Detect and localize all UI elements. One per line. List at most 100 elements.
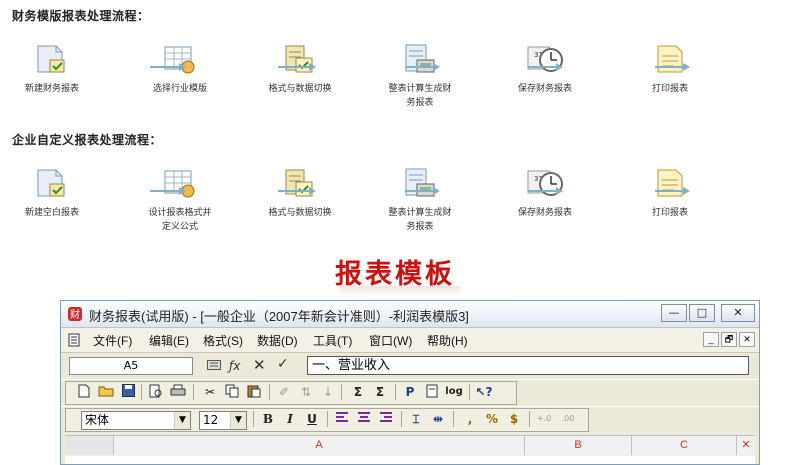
close-button[interactable]: ✕ — [721, 304, 755, 322]
menu-data[interactable]: 数据(D) — [257, 332, 298, 349]
menu-edit[interactable]: 编辑(E) — [149, 332, 189, 349]
menu-help[interactable]: 帮助(H) — [427, 332, 468, 349]
flow1-step-1: 新建财务报表 — [0, 42, 107, 96]
formula-bar: A5 ƒx ✕ ✓ 一、营业收入 — [61, 353, 759, 379]
mdi-restore-button[interactable]: 🗗 — [721, 332, 737, 347]
flow1-step-label: 新建财务报表 — [24, 84, 79, 94]
arrow-right-icon — [655, 180, 690, 199]
menu-window[interactable]: 窗口(W) — [369, 332, 412, 349]
toolbar-separator — [193, 384, 194, 400]
flow1-step-label: 打印报表 — [651, 84, 688, 94]
column-header-c[interactable]: C — [632, 436, 737, 455]
font-name-select[interactable]: 宋体 ▼ — [81, 411, 191, 430]
toolbar-separator — [395, 384, 396, 400]
toolbar-separator — [453, 411, 454, 427]
toolbar-separator — [253, 411, 254, 427]
flow2-step-2: 设计报表格式并定义公式 — [125, 166, 235, 234]
column-header-row: A B C ✕ — [65, 435, 755, 456]
flow2-step-1: 新建空白报表 — [0, 166, 107, 220]
select-all-corner[interactable] — [65, 436, 114, 455]
p-icon[interactable]: P — [401, 384, 419, 400]
save-icon[interactable] — [119, 384, 137, 400]
align-right-icon[interactable] — [377, 411, 395, 427]
heading-reflection — [340, 286, 460, 296]
flow2-step-4: 整表计算生成财务报表 — [365, 166, 475, 234]
underline-icon[interactable]: U — [303, 411, 321, 427]
menu-file[interactable]: 文件(F) — [93, 332, 132, 349]
confirm-formula-icon[interactable]: ✓ — [277, 356, 289, 372]
standard-toolbar: ✂ ✐ ⇅ ↓ Σ Σ P log ↖? — [61, 379, 759, 406]
format-painter-icon[interactable]: ✐ — [275, 384, 293, 400]
grid-close-button[interactable]: ✕ — [737, 436, 755, 455]
font-name-value: 宋体 — [85, 413, 110, 427]
chevron-down-icon[interactable]: ▼ — [174, 412, 190, 429]
formula-input[interactable]: 一、营业收入 — [307, 356, 749, 375]
align-center-icon[interactable] — [355, 411, 373, 427]
page-setup-icon[interactable] — [423, 384, 441, 400]
document-icon — [68, 333, 80, 350]
maximize-button[interactable]: □ — [689, 304, 715, 322]
flow2-title: 企业自定义报表处理流程： — [12, 133, 163, 147]
app-window: 财 财务报表(试用版) - [一般企业（2007年新会计准则）-利润表模版3] … — [60, 300, 760, 465]
percent-icon[interactable]: % — [483, 411, 501, 427]
column-header-b[interactable]: B — [525, 436, 632, 455]
flow1-step-label: 格式与数据切换 — [268, 84, 332, 94]
arrow-right-icon — [405, 180, 440, 199]
help-pointer-icon[interactable]: ↖? — [475, 384, 493, 400]
toolbar-separator — [529, 411, 530, 427]
arrow-right-icon — [528, 180, 563, 199]
toolbar-separator — [269, 384, 270, 400]
print-preview-icon[interactable] — [147, 384, 165, 400]
flow1-title: 财务模版报表处理流程： — [12, 9, 150, 23]
sort-descending-icon[interactable]: ↓ — [319, 384, 337, 400]
decrease-decimal-icon[interactable]: .00 — [559, 411, 577, 427]
new-blank-report-icon — [0, 166, 107, 200]
sum-icon[interactable]: Σ — [349, 384, 367, 400]
mdi-minimize-button[interactable]: _ — [703, 332, 719, 347]
menu-format[interactable]: 格式(S) — [203, 332, 243, 349]
flow2-step-label: 保存财务报表 — [517, 208, 572, 218]
log-icon[interactable]: log — [445, 384, 463, 400]
print-icon[interactable] — [169, 384, 187, 400]
new-file-icon[interactable] — [75, 384, 93, 400]
arrow-right-icon — [278, 180, 316, 199]
sort-ascending-icon[interactable]: ⇅ — [297, 384, 315, 400]
cancel-formula-icon[interactable]: ✕ — [253, 356, 266, 374]
horizontal-fit-icon[interactable]: ⇹ — [429, 411, 447, 427]
toolbar-separator — [341, 384, 342, 400]
keyboard-icon[interactable] — [207, 359, 221, 373]
copy-icon[interactable] — [223, 384, 241, 400]
flow2-step-label: 整表计算生成财务报表 — [388, 208, 452, 232]
spreadsheet-grid[interactable] — [65, 456, 755, 464]
comma-style-icon[interactable]: , — [461, 411, 479, 427]
bold-icon[interactable]: B — [259, 411, 277, 427]
minimize-button[interactable]: — — [661, 304, 687, 322]
vertical-fit-icon[interactable]: ⌶ — [407, 411, 425, 427]
arrow-right-icon — [150, 180, 186, 199]
open-folder-icon[interactable] — [97, 384, 115, 400]
cut-icon[interactable]: ✂ — [201, 384, 219, 400]
paste-icon[interactable] — [245, 384, 263, 400]
chevron-down-icon[interactable]: ▼ — [230, 412, 246, 429]
menu-tools[interactable]: 工具(T) — [313, 332, 352, 349]
auto-sum-icon[interactable]: Σ — [371, 384, 389, 400]
arrow-right-icon — [655, 56, 690, 75]
flow2-step-label: 设计报表格式并定义公式 — [148, 208, 212, 232]
column-header-a[interactable]: A — [114, 436, 525, 455]
font-size-select[interactable]: 12 ▼ — [199, 411, 247, 430]
currency-icon[interactable]: $ — [505, 411, 523, 427]
flow2-step-label: 打印报表 — [651, 208, 688, 218]
align-left-icon[interactable] — [333, 411, 351, 427]
new-report-icon — [0, 42, 107, 76]
increase-decimal-icon[interactable]: +.0 — [535, 411, 553, 427]
svg-text:财: 财 — [70, 308, 80, 321]
function-icon[interactable]: ƒx — [229, 359, 240, 373]
italic-icon[interactable]: I — [281, 411, 299, 427]
window-title: 财务报表(试用版) - [一般企业（2007年新会计准则）-利润表模版3] — [89, 309, 469, 324]
font-size-value: 12 — [203, 413, 219, 427]
menu-bar: 文件(F) 编辑(E) 格式(S) 数据(D) 工具(T) 窗口(W) 帮助(H… — [61, 328, 759, 353]
flow1-step-label: 选择行业模版 — [152, 84, 207, 94]
cell-reference-box[interactable]: A5 — [69, 357, 193, 375]
mdi-close-button[interactable]: ✕ — [739, 332, 755, 347]
arrow-right-icon — [405, 56, 440, 75]
